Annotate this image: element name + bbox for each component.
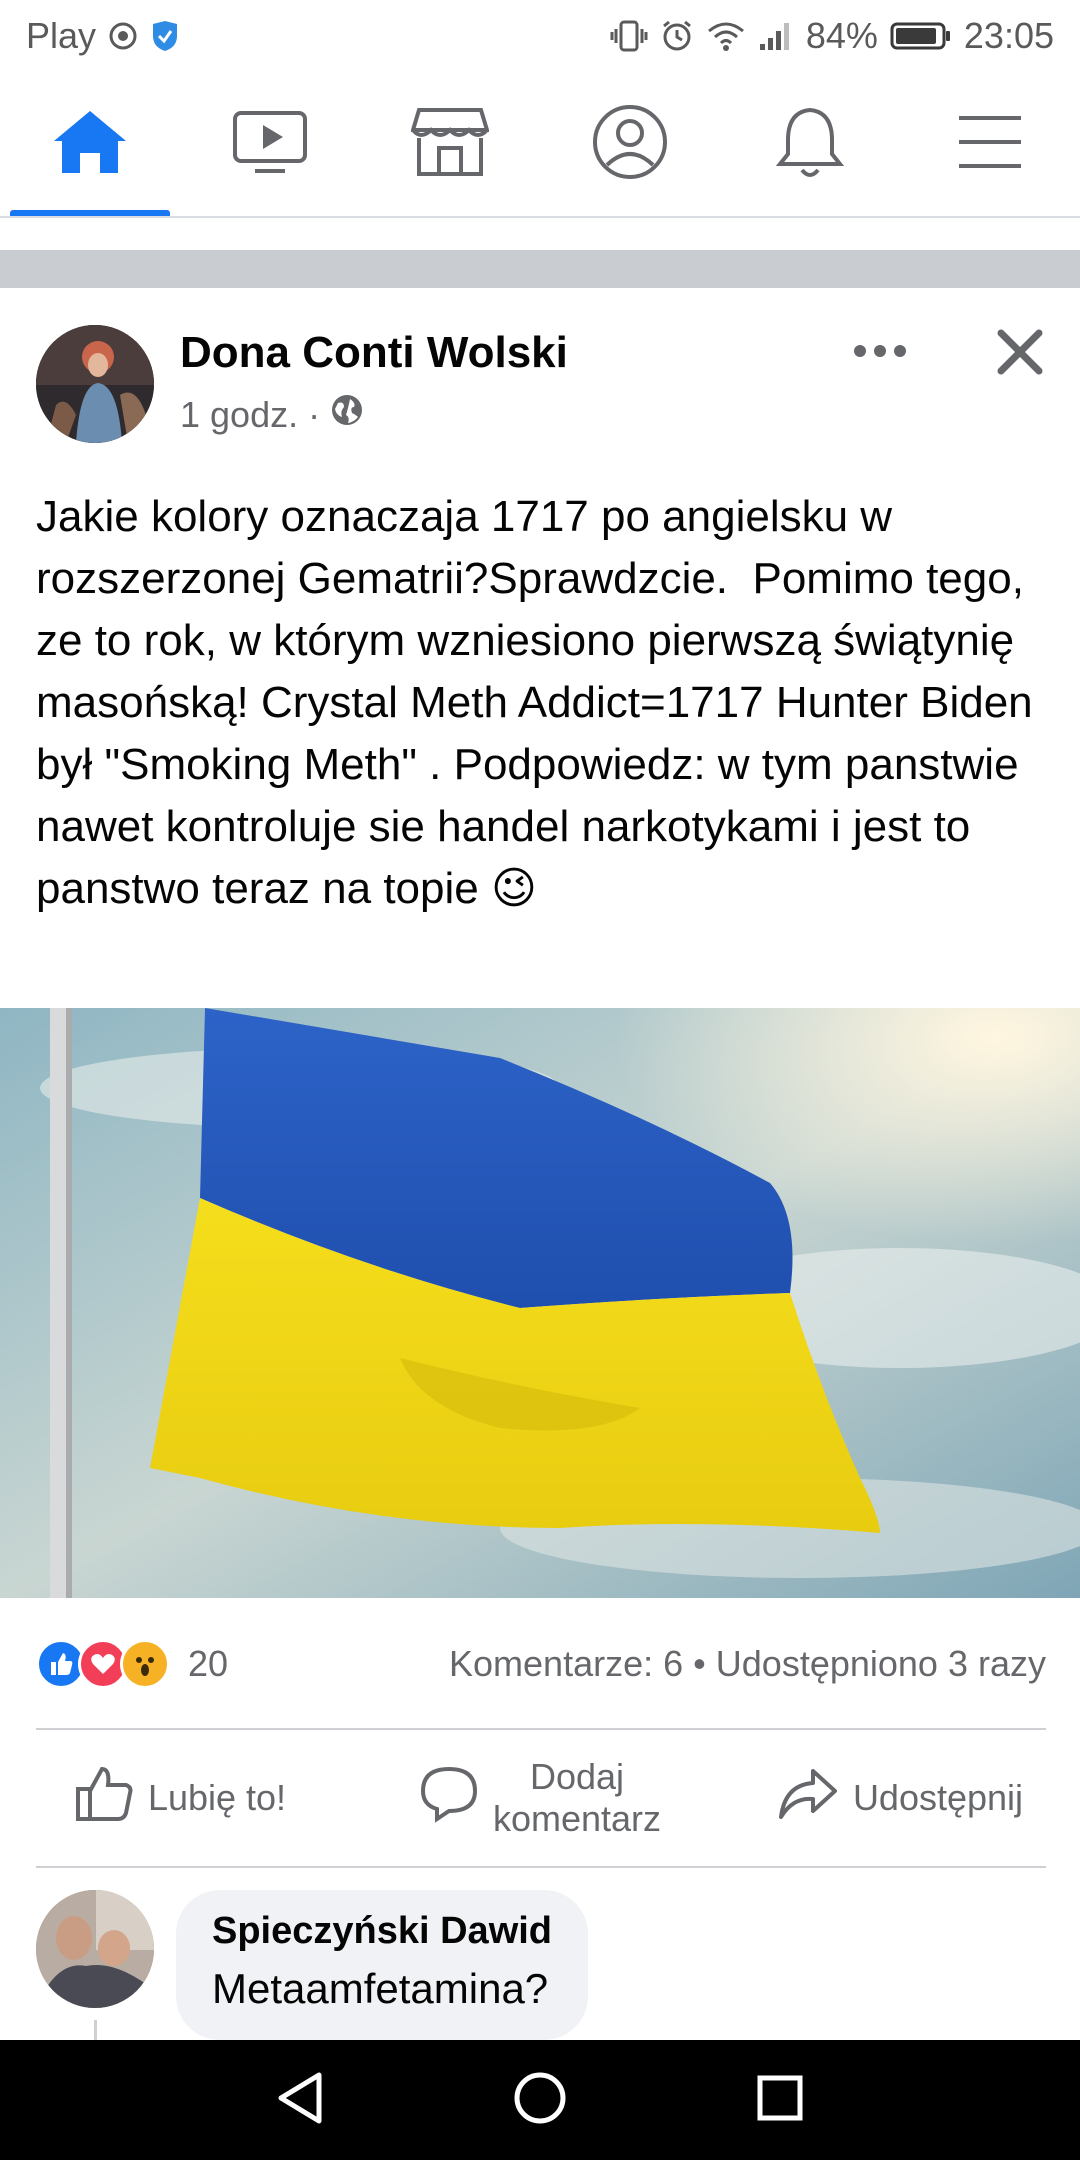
battery-percent: 84% bbox=[805, 15, 878, 56]
comment-button[interactable]: Dodaj komentarz bbox=[360, 1756, 720, 1840]
hotspot-icon bbox=[108, 21, 138, 51]
share-icon bbox=[777, 1767, 839, 1830]
engagement-stats: Komentarze: 6 • Udostępniono 3 razy bbox=[449, 1643, 1046, 1685]
post-meta: 1 godz. · bbox=[180, 393, 364, 436]
alarm-icon bbox=[660, 19, 694, 53]
reactions-summary: 20 Komentarze: 6 • Udostępniono 3 razy bbox=[36, 1634, 1046, 1694]
recents-square-icon bbox=[756, 2074, 804, 2127]
wifi-icon bbox=[706, 19, 746, 53]
wow-reaction-icon bbox=[120, 1639, 170, 1689]
hide-post-button[interactable] bbox=[990, 324, 1050, 384]
meta-separator: · bbox=[308, 393, 321, 435]
post-card: Dona Conti Wolski 1 godz. · Jakie kolory… bbox=[0, 288, 1080, 1689]
comment-bubble[interactable]: Spieczyński Dawid Metaamfetamina? bbox=[176, 1890, 589, 2040]
video-icon bbox=[231, 109, 309, 180]
share-button[interactable]: Udostępnij bbox=[720, 1767, 1080, 1830]
close-icon bbox=[997, 329, 1043, 380]
like-button[interactable]: Lubię to! bbox=[0, 1765, 360, 1832]
ukraine-flag-image[interactable] bbox=[0, 1008, 1080, 1598]
profile-icon bbox=[591, 103, 669, 186]
like-label: Lubię to! bbox=[147, 1777, 287, 1818]
globe-icon bbox=[330, 393, 364, 436]
top-navigation bbox=[0, 72, 1080, 218]
bell-icon bbox=[774, 104, 846, 185]
post-text: Jakie kolory oznaczaja 1717 po angielsku… bbox=[36, 486, 1046, 920]
feed-separator bbox=[0, 250, 1080, 288]
home-icon bbox=[50, 107, 130, 182]
back-button[interactable] bbox=[260, 2060, 340, 2140]
home-button[interactable] bbox=[500, 2060, 580, 2140]
ellipsis-icon bbox=[853, 344, 907, 363]
home-circle-icon bbox=[513, 2071, 567, 2130]
post-header: Dona Conti Wolski 1 godz. · bbox=[0, 288, 1080, 468]
comment-icon bbox=[419, 1765, 479, 1832]
thumbs-up-icon bbox=[74, 1765, 134, 1832]
carrier-label: Play bbox=[26, 15, 97, 56]
signal-icon bbox=[758, 20, 794, 52]
comments-count[interactable]: Komentarze: 6 bbox=[449, 1643, 683, 1684]
share-label: Udostępnij bbox=[852, 1777, 1024, 1818]
android-navigation-bar bbox=[0, 2040, 1080, 2160]
clock: 23:05 bbox=[963, 15, 1054, 56]
comment-label: Dodaj komentarz bbox=[493, 1756, 661, 1840]
vibrate-icon bbox=[610, 19, 648, 53]
post-body: Jakie kolory oznaczaja 1717 po angielsku… bbox=[36, 492, 1045, 913]
commenter-avatar[interactable] bbox=[36, 1890, 154, 2008]
more-options-button[interactable] bbox=[850, 328, 910, 378]
post-actions: Lubię to! Dodaj komentarz Udostępnij bbox=[0, 1730, 1080, 1866]
post-time[interactable]: 1 godz. bbox=[180, 394, 298, 436]
marketplace-icon bbox=[410, 106, 490, 183]
comment-label-line1: Dodaj bbox=[529, 1756, 625, 1797]
stats-dot: • bbox=[693, 1643, 706, 1684]
author-avatar[interactable] bbox=[36, 325, 154, 443]
battery-icon bbox=[890, 21, 952, 51]
recents-button[interactable] bbox=[740, 2060, 820, 2140]
comment-text: Metaamfetamina? bbox=[212, 1965, 549, 2012]
nav-video[interactable] bbox=[180, 72, 360, 216]
comment-label-line2: komentarz bbox=[492, 1798, 662, 1839]
nav-menu[interactable] bbox=[900, 72, 1080, 216]
commenter-name[interactable]: Spieczyński Dawid bbox=[212, 1910, 552, 1953]
nav-profile[interactable] bbox=[540, 72, 720, 216]
menu-icon bbox=[957, 114, 1023, 175]
nav-marketplace[interactable] bbox=[360, 72, 540, 216]
reaction-count: 20 bbox=[188, 1643, 229, 1684]
shares-count[interactable]: Udostępniono 3 razy bbox=[716, 1643, 1046, 1684]
nav-home[interactable] bbox=[0, 72, 180, 216]
back-triangle-icon bbox=[275, 2071, 325, 2130]
status-bar: Play 84% 23:05 bbox=[0, 0, 1080, 72]
nav-notifications[interactable] bbox=[720, 72, 900, 216]
divider bbox=[36, 1866, 1046, 1868]
active-tab-indicator bbox=[10, 210, 170, 216]
shield-icon bbox=[150, 20, 180, 52]
author-name[interactable]: Dona Conti Wolski bbox=[180, 328, 568, 378]
reaction-icons[interactable]: 20 bbox=[36, 1639, 228, 1689]
